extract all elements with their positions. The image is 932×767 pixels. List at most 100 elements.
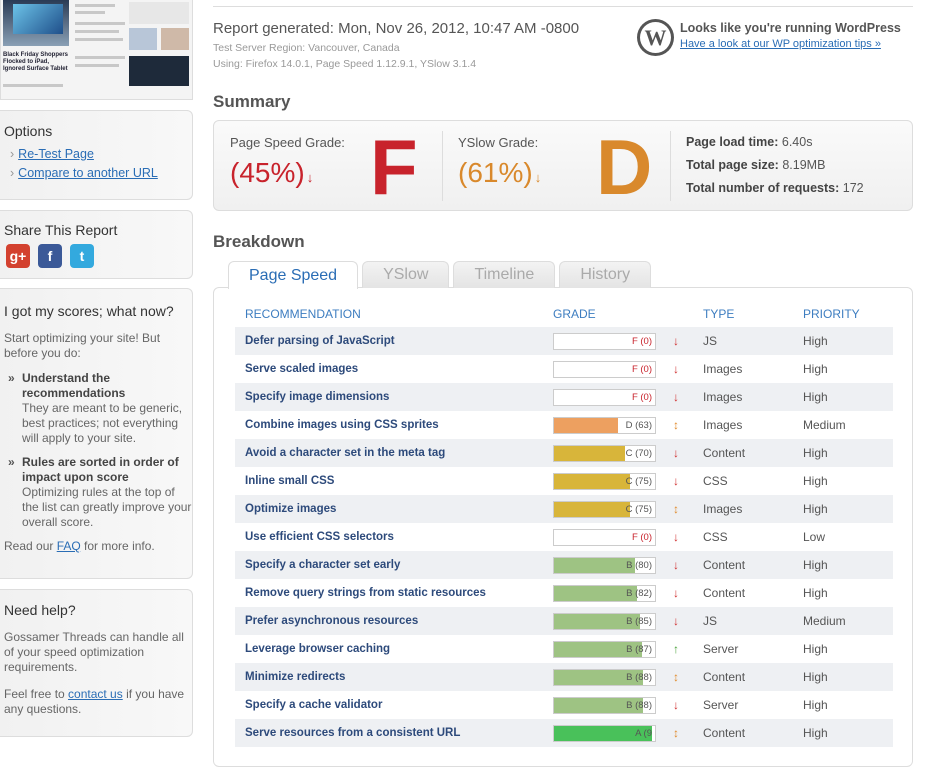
- yslow-letter: D: [596, 123, 653, 211]
- retest-link[interactable]: Re-Test Page: [18, 147, 94, 161]
- table-row[interactable]: Serve resources from a consistent URL A (…: [235, 719, 893, 747]
- test-region: Test Server Region: Vancouver, Canada: [213, 42, 400, 54]
- pagespeed-percent: (45%) ↓: [230, 157, 314, 188]
- recommendation-name[interactable]: Specify a cache validator: [235, 691, 543, 719]
- grade-bar-fill: [554, 501, 630, 517]
- recommendation-name[interactable]: Defer parsing of JavaScript: [235, 327, 543, 355]
- col-priority[interactable]: PRIORITY: [793, 301, 893, 327]
- tab-timeline[interactable]: Timeline: [453, 261, 556, 288]
- table-row[interactable]: Defer parsing of JavaScript F (0) ↓ JS High: [235, 327, 893, 355]
- recommendation-name[interactable]: Combine images using CSS sprites: [235, 411, 543, 439]
- recommendation-name[interactable]: Serve scaled images: [235, 355, 543, 383]
- table-row[interactable]: Specify a character set early B (80) ↓ Cont…: [235, 551, 893, 579]
- table-row[interactable]: Use efficient CSS selectors F (0) ↓ CSS Low: [235, 523, 893, 551]
- recommendation-name[interactable]: Leverage browser caching: [235, 635, 543, 663]
- priority-cell: Low: [803, 530, 826, 544]
- recommendation-name[interactable]: Inline small CSS: [235, 467, 543, 495]
- col-recommendation[interactable]: RECOMMENDATION: [235, 301, 543, 327]
- grade-bar: B (88): [553, 668, 656, 686]
- help-panel: Need help? Gossamer Threads can handle a…: [0, 589, 193, 737]
- grade-bar: C (75): [553, 500, 656, 518]
- type-cell: Images: [693, 495, 793, 523]
- grade-bar: F (0): [553, 388, 656, 406]
- table-row[interactable]: Leverage browser caching B (87) ↑ Server Hig…: [235, 635, 893, 663]
- table-row[interactable]: Optimize images C (75) ↕ Images High: [235, 495, 893, 523]
- trend-arrow-icon: ↕: [663, 663, 693, 691]
- table-row[interactable]: Prefer asynchronous resources B (85) ↓ JS Me…: [235, 607, 893, 635]
- type-cell: Content: [693, 663, 793, 691]
- grade-label: B (87): [626, 643, 652, 655]
- help-title: Need help?: [4, 602, 76, 618]
- type-cell: Images: [703, 418, 743, 432]
- grade-label: A (9: [635, 727, 652, 739]
- wordpress-icon: W: [637, 19, 674, 56]
- priority-cell: High: [793, 439, 893, 467]
- priority-cell: High: [803, 698, 828, 712]
- trend-arrow-icon: ↕: [663, 719, 693, 747]
- recommendation-name[interactable]: Prefer asynchronous resources: [235, 607, 543, 635]
- wordpress-title: Looks like you're running WordPress: [680, 21, 901, 35]
- table-row[interactable]: Specify a cache validator B (88) ↓ Server Hi…: [235, 691, 893, 719]
- thumbnail-headline: Black Friday Shoppers Flocked to iPad, I…: [3, 52, 69, 72]
- recommendation-name[interactable]: Specify a character set early: [235, 551, 543, 579]
- grade-bar: B (87): [553, 640, 656, 658]
- recommendation-name[interactable]: Specify image dimensions: [235, 383, 543, 411]
- yslow-percent: (61%) ↓: [458, 157, 542, 188]
- recommendation-name[interactable]: Serve resources from a consistent URL: [235, 719, 543, 747]
- scores-title: I got my scores; what now?: [4, 303, 174, 319]
- recommendation-name[interactable]: Optimize images: [235, 495, 543, 523]
- thumbnail-tablet-image: [3, 0, 69, 46]
- col-grade[interactable]: GRADE: [543, 301, 663, 327]
- priority-cell: High: [803, 474, 828, 488]
- faq-link[interactable]: FAQ: [57, 539, 81, 553]
- compare-url-link[interactable]: Compare to another URL: [18, 166, 158, 180]
- google-plus-icon[interactable]: g+: [6, 244, 30, 268]
- recommendation-name[interactable]: Remove query strings from static resourc…: [235, 579, 543, 607]
- tip-sorted: Rules are sorted in order of impact upon…: [6, 455, 192, 530]
- table-row[interactable]: Remove query strings from static resourc…: [235, 579, 893, 607]
- grade-bar: F (0): [553, 360, 656, 378]
- yslow-grade: YSlow Grade: (61%) ↓ D: [442, 121, 670, 210]
- yslow-label: YSlow Grade:: [458, 135, 539, 150]
- table-row[interactable]: Combine images using CSS sprites D (63) ↕ I…: [235, 411, 893, 439]
- contact-link[interactable]: contact us: [68, 687, 123, 701]
- tab-page-speed[interactable]: Page Speed: [228, 261, 359, 289]
- grade-label: F (0): [631, 531, 652, 543]
- grade-label: B (82): [626, 587, 652, 599]
- type-cell: Content: [693, 719, 793, 747]
- main-content: Report generated: Mon, Nov 26, 2012, 10:…: [213, 0, 913, 767]
- recommendation-name[interactable]: Avoid a character set in the meta tag: [235, 439, 543, 467]
- tip-understand: Understand the recommendationsThey are m…: [6, 371, 192, 446]
- type-cell: Content: [693, 439, 793, 467]
- table-row[interactable]: Specify image dimensions F (0) ↓ Images High: [235, 383, 893, 411]
- type-cell: Content: [693, 551, 793, 579]
- recommendation-name[interactable]: Use efficient CSS selectors: [235, 523, 543, 551]
- facebook-icon[interactable]: f: [38, 244, 62, 268]
- down-arrow-icon: ↓: [534, 170, 542, 185]
- type-cell: Images: [693, 383, 793, 411]
- trend-arrow-icon: ↓: [673, 474, 679, 488]
- twitter-icon[interactable]: t: [70, 244, 94, 268]
- priority-cell: High: [793, 327, 893, 355]
- grade-label: D (63): [625, 419, 652, 431]
- tab-history[interactable]: History: [559, 261, 652, 288]
- grade-label: F (0): [631, 335, 652, 347]
- grade-bar-fill: [554, 417, 618, 433]
- type-cell: CSS: [703, 530, 728, 544]
- table-row[interactable]: Minimize redirects B (88) ↕ Content High: [235, 663, 893, 691]
- trend-arrow-icon: ↓: [673, 362, 679, 376]
- summary-heading: Summary: [213, 92, 291, 111]
- priority-cell: Medium: [803, 418, 846, 432]
- table-row[interactable]: Avoid a character set in the meta tag C (…: [235, 439, 893, 467]
- grade-label: B (88): [626, 671, 652, 683]
- tab-yslow[interactable]: YSlow: [362, 261, 450, 288]
- type-cell: Images: [703, 362, 743, 376]
- recommendations-table: RECOMMENDATION GRADE TYPE PRIORITY Defer…: [235, 301, 893, 747]
- table-row[interactable]: Serve scaled images F (0) ↓ Images High: [235, 355, 893, 383]
- priority-cell: Medium: [793, 607, 893, 635]
- col-type[interactable]: TYPE: [693, 301, 793, 327]
- recommendation-name[interactable]: Minimize redirects: [235, 663, 543, 691]
- wp-tips-link[interactable]: Have a look at our WP optimization tips …: [680, 38, 881, 50]
- grade-label: B (85): [626, 615, 652, 627]
- table-row[interactable]: Inline small CSS C (75) ↓ CSS High: [235, 467, 893, 495]
